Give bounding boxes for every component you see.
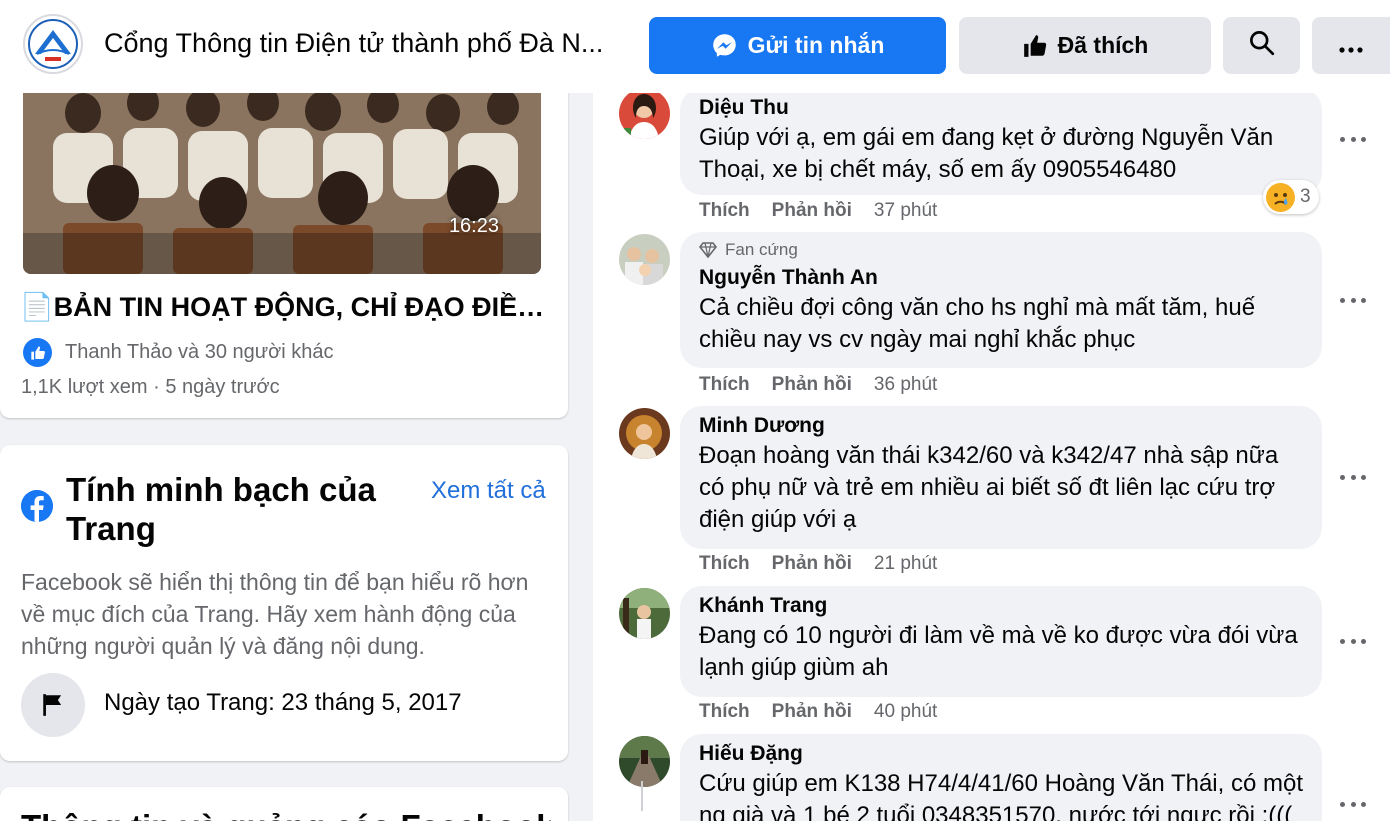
reply-comment-button[interactable]: Phản hồi [772, 553, 852, 575]
reaction-count-text: 3 [1300, 186, 1311, 207]
search-button[interactable] [1223, 17, 1300, 74]
video-title[interactable]: 📄BẢN TIN HOẠT ĐỘNG, CHỈ ĐẠO ĐIỀU... [20, 291, 545, 323]
commenter-avatar[interactable] [619, 736, 670, 787]
comment-options-icon[interactable] [1340, 636, 1366, 646]
flag-icon [21, 673, 85, 737]
comment-bubble: Khánh Trang Đang có 10 người đi làm về m… [680, 586, 1322, 697]
like-comment-button[interactable]: Thích [699, 200, 750, 222]
fan-badge-label: Fan cứng [725, 240, 798, 259]
comment-time[interactable]: 21 phút [874, 553, 937, 575]
comment-actions: Thích Phản hồi 21 phút [699, 553, 937, 575]
commenter-name[interactable]: Hiếu Đặng [699, 739, 1303, 768]
comment-actions: Thích Phản hồi 36 phút [699, 374, 937, 396]
commenter-name[interactable]: Nguyễn Thành An [699, 263, 1303, 292]
transparency-title: Tính minh bạch của Trang [66, 471, 376, 547]
thumbs-up-icon [1022, 33, 1048, 59]
comment-text: Đang có 10 người đi làm về mà về ko được… [699, 622, 1298, 681]
reply-comment-button[interactable]: Phản hồi [772, 701, 852, 723]
like-comment-button[interactable]: Thích [699, 374, 750, 396]
facebook-icon [21, 490, 53, 522]
page-title[interactable]: Cổng Thông tin Điện tử thành phố Đà N... [104, 28, 629, 59]
comment-text: Cả chiều đợi công văn cho hs nghỉ mà mất… [699, 294, 1256, 353]
comment-time[interactable]: 37 phút [874, 200, 937, 222]
comment-actions: Thích Phản hồi 37 phút [699, 200, 937, 222]
reply-comment-button[interactable]: Phản hồi [772, 374, 852, 396]
next-card-title: Thông tin và quảng cáo Facebook [21, 808, 551, 821]
page-logo[interactable] [23, 14, 83, 74]
liked-label: Đã thích [1057, 32, 1149, 58]
commenter-name[interactable]: Diệu Thu [699, 93, 1303, 122]
da-nang-logo-icon [28, 19, 78, 69]
commenter-avatar[interactable] [619, 234, 670, 285]
like-comment-button[interactable]: Thích [699, 553, 750, 575]
comment-options-icon[interactable] [1340, 799, 1366, 809]
comment-bubble: Minh Dương Đoạn hoàng văn thái k342/60 v… [680, 406, 1322, 549]
commenter-avatar[interactable] [619, 408, 670, 459]
comment-time[interactable]: 40 phút [874, 701, 937, 723]
comment-bubble: Fan cứng Nguyễn Thành An Cả chiều đợi cô… [680, 232, 1322, 368]
see-all-link[interactable]: Xem tất cả [431, 477, 546, 505]
fan-badge: Fan cứng [699, 237, 1303, 263]
more-horizontal-icon [1339, 32, 1363, 59]
likes-text: Thanh Thảo và 30 người khác [65, 341, 334, 363]
commenter-avatar[interactable] [619, 88, 670, 139]
comment-options-icon[interactable] [1340, 472, 1366, 482]
reply-comment-button[interactable]: Phản hồi [772, 200, 852, 222]
transparency-description: Facebook sẽ hiển thị thông tin để bạn hi… [21, 569, 529, 659]
search-icon [1248, 29, 1275, 62]
reaction-count[interactable]: 3 [1263, 180, 1319, 214]
page-header: Cổng Thông tin Điện tử thành phố Đà N...… [0, 0, 1390, 93]
video-duration: 16:23 [448, 215, 499, 237]
liked-button[interactable]: Đã thích [959, 17, 1211, 74]
sad-emoji-icon [1266, 182, 1295, 212]
video-stats: 1,1K lượt xem · 5 ngày trước [21, 376, 280, 398]
commenter-name[interactable]: Minh Dương [699, 411, 1303, 440]
comment-options-icon[interactable] [1340, 134, 1366, 144]
comment-time[interactable]: 36 phút [874, 374, 937, 396]
send-message-button[interactable]: Gửi tin nhắn [649, 17, 946, 74]
reply-thread-line [641, 781, 643, 811]
messenger-icon [711, 32, 738, 59]
video-likes[interactable]: Thanh Thảo và 30 người khác [23, 338, 334, 367]
page-created-date: Ngày tạo Trang: 23 tháng 5, 2017 [104, 689, 462, 716]
comment-actions: Thích Phản hồi 40 phút [699, 701, 937, 723]
comment-bubble: Hiếu Đặng Cứu giúp em K138 H74/4/41/60 H… [680, 734, 1322, 821]
like-comment-button[interactable]: Thích [699, 701, 750, 723]
comment-text: Giúp với ạ, em gái em đang kẹt ở đường N… [699, 124, 1274, 183]
commenter-avatar[interactable] [619, 588, 670, 639]
comment-bubble: Diệu Thu Giúp với ạ, em gái em đang kẹt … [680, 88, 1322, 195]
diamond-icon [699, 242, 717, 258]
comment-text: Đoạn hoàng văn thái k342/60 và k342/47 n… [699, 442, 1279, 533]
send-message-label: Gửi tin nhắn [747, 32, 885, 58]
comment-text: Cứu giúp em K138 H74/4/41/60 Hoàng Văn T… [699, 770, 1303, 821]
like-reaction-icon [23, 338, 52, 367]
more-options-button[interactable] [1312, 17, 1390, 74]
commenter-name[interactable]: Khánh Trang [699, 591, 1303, 620]
comment-options-icon[interactable] [1340, 295, 1366, 305]
